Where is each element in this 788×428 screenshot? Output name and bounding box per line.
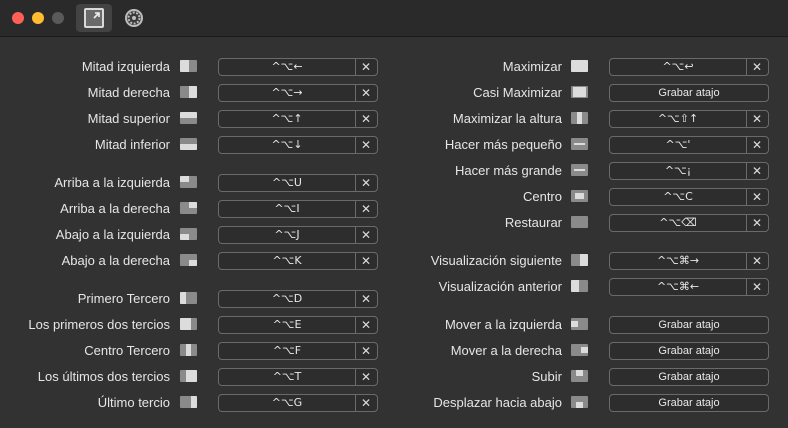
move-left-icon xyxy=(571,318,588,330)
shortcut-recorder-field[interactable]: ^⌥↩ ✕ xyxy=(609,58,769,76)
shortcut-row: Casi Maximizar Grabar atajo xyxy=(0,84,788,102)
icon-fill xyxy=(574,169,585,171)
icon-fill xyxy=(571,280,579,292)
shortcut-keys: ^⌥⌫ xyxy=(610,215,747,231)
move-up-icon xyxy=(571,370,588,382)
clear-shortcut-icon[interactable]: ✕ xyxy=(746,189,768,205)
record-shortcut-button[interactable]: Grabar atajo xyxy=(609,316,769,334)
next-display-icon xyxy=(571,254,588,266)
shortcut-row: Hacer más pequeño ^⌥' ✕ xyxy=(0,136,788,154)
shortcut-recorder-field[interactable]: ^⌥C ✕ xyxy=(609,188,769,206)
shortcut-row: Maximizar ^⌥↩ ✕ xyxy=(0,58,788,76)
shortcut-recorder-field[interactable]: ^⌥⌘← ✕ xyxy=(609,278,769,296)
shortcut-label: Desplazar hacia abajo xyxy=(433,395,562,410)
record-shortcut-label: Grabar atajo xyxy=(658,397,720,409)
shortcut-row: Visualización siguiente ^⌥⌘→ ✕ xyxy=(0,252,788,270)
shortcut-row: Visualización anterior ^⌥⌘← ✕ xyxy=(0,278,788,296)
shortcuts-icon xyxy=(84,8,104,28)
icon-fill xyxy=(576,370,583,376)
shortcut-label: Restaurar xyxy=(504,215,562,230)
shortcut-label: Visualización siguiente xyxy=(430,253,562,268)
shortcut-label: Maximizar xyxy=(502,59,562,74)
shortcut-label: Casi Maximizar xyxy=(473,85,562,100)
shortcut-row: Hacer más grande ^⌥¡ ✕ xyxy=(0,162,788,180)
zoom-window-button[interactable] xyxy=(52,12,64,24)
icon-fill xyxy=(572,87,587,97)
clear-shortcut-icon[interactable]: ✕ xyxy=(746,215,768,231)
gear-icon xyxy=(125,9,143,27)
shortcut-label: Subir xyxy=(531,369,562,384)
shortcut-row: Maximizar la altura ^⌥⇧↑ ✕ xyxy=(0,110,788,128)
shortcut-row: Mover a la derecha Grabar atajo xyxy=(0,342,788,360)
icon-fill xyxy=(576,402,583,408)
smaller-icon xyxy=(571,138,588,150)
shortcut-row: Desplazar hacia abajo Grabar atajo xyxy=(0,394,788,412)
shortcut-recorder-field[interactable]: ^⌥⇧↑ ✕ xyxy=(609,110,769,128)
clear-shortcut-icon[interactable]: ✕ xyxy=(746,111,768,127)
minimize-window-button[interactable] xyxy=(32,12,44,24)
shortcut-label: Mover a la izquierda xyxy=(444,317,562,332)
shortcut-row: Mover a la izquierda Grabar atajo xyxy=(0,316,788,334)
icon-fill xyxy=(576,112,583,124)
record-shortcut-button[interactable]: Grabar atajo xyxy=(609,394,769,412)
shortcut-row: Subir Grabar atajo xyxy=(0,368,788,386)
shortcut-label: Hacer más pequeño xyxy=(444,137,562,152)
tab-shortcuts[interactable] xyxy=(76,4,112,32)
record-shortcut-label: Grabar atajo xyxy=(658,87,720,99)
maximize-height-icon xyxy=(571,112,588,124)
shortcut-keys: ^⌥' xyxy=(610,137,747,153)
previous-display-icon xyxy=(571,280,588,292)
icon-fill xyxy=(580,254,588,266)
shortcut-label: Maximizar la altura xyxy=(452,111,562,126)
clear-shortcut-icon[interactable]: ✕ xyxy=(746,253,768,269)
close-window-button[interactable] xyxy=(12,12,24,24)
icon-fill xyxy=(574,192,585,200)
shortcut-label: Mover a la derecha xyxy=(450,343,562,358)
shortcut-keys: ^⌥⇧↑ xyxy=(610,111,747,127)
clear-shortcut-icon[interactable]: ✕ xyxy=(746,137,768,153)
move-down-icon xyxy=(571,396,588,408)
shortcut-keys: ^⌥⌘→ xyxy=(610,253,747,269)
shortcut-row: Centro ^⌥C ✕ xyxy=(0,188,788,206)
record-shortcut-label: Grabar atajo xyxy=(658,319,720,331)
restore-icon xyxy=(571,216,588,228)
shortcut-keys: ^⌥C xyxy=(610,189,747,205)
larger-icon xyxy=(571,164,588,176)
shortcut-recorder-field[interactable]: ^⌥⌫ ✕ xyxy=(609,214,769,232)
icon-fill xyxy=(571,321,578,327)
title-bar xyxy=(0,0,788,37)
almost-maximize-icon xyxy=(571,86,588,98)
shortcut-label: Centro xyxy=(522,189,562,204)
shortcut-keys: ^⌥⌘← xyxy=(610,279,747,295)
record-shortcut-label: Grabar atajo xyxy=(658,371,720,383)
record-shortcut-label: Grabar atajo xyxy=(658,345,720,357)
shortcut-keys: ^⌥↩ xyxy=(610,59,747,75)
icon-fill xyxy=(581,347,588,353)
shortcut-row: Restaurar ^⌥⌫ ✕ xyxy=(0,214,788,232)
clear-shortcut-icon[interactable]: ✕ xyxy=(746,163,768,179)
shortcut-recorder-field[interactable]: ^⌥¡ ✕ xyxy=(609,162,769,180)
icon-fill xyxy=(571,60,588,72)
record-shortcut-button[interactable]: Grabar atajo xyxy=(609,342,769,360)
record-shortcut-button[interactable]: Grabar atajo xyxy=(609,368,769,386)
center-icon xyxy=(571,190,588,202)
record-shortcut-button[interactable]: Grabar atajo xyxy=(609,84,769,102)
shortcut-recorder-field[interactable]: ^⌥' ✕ xyxy=(609,136,769,154)
shortcut-label: Hacer más grande xyxy=(455,163,562,178)
shortcut-keys: ^⌥¡ xyxy=(610,163,747,179)
tab-preferences[interactable] xyxy=(116,4,152,32)
icon-fill xyxy=(180,234,189,240)
move-right-icon xyxy=(571,344,588,356)
maximize-icon xyxy=(571,60,588,72)
icon-fill xyxy=(574,143,585,145)
clear-shortcut-icon[interactable]: ✕ xyxy=(746,279,768,295)
shortcut-label: Visualización anterior xyxy=(438,279,562,294)
clear-shortcut-icon[interactable]: ✕ xyxy=(746,59,768,75)
shortcut-recorder-field[interactable]: ^⌥⌘→ ✕ xyxy=(609,252,769,270)
